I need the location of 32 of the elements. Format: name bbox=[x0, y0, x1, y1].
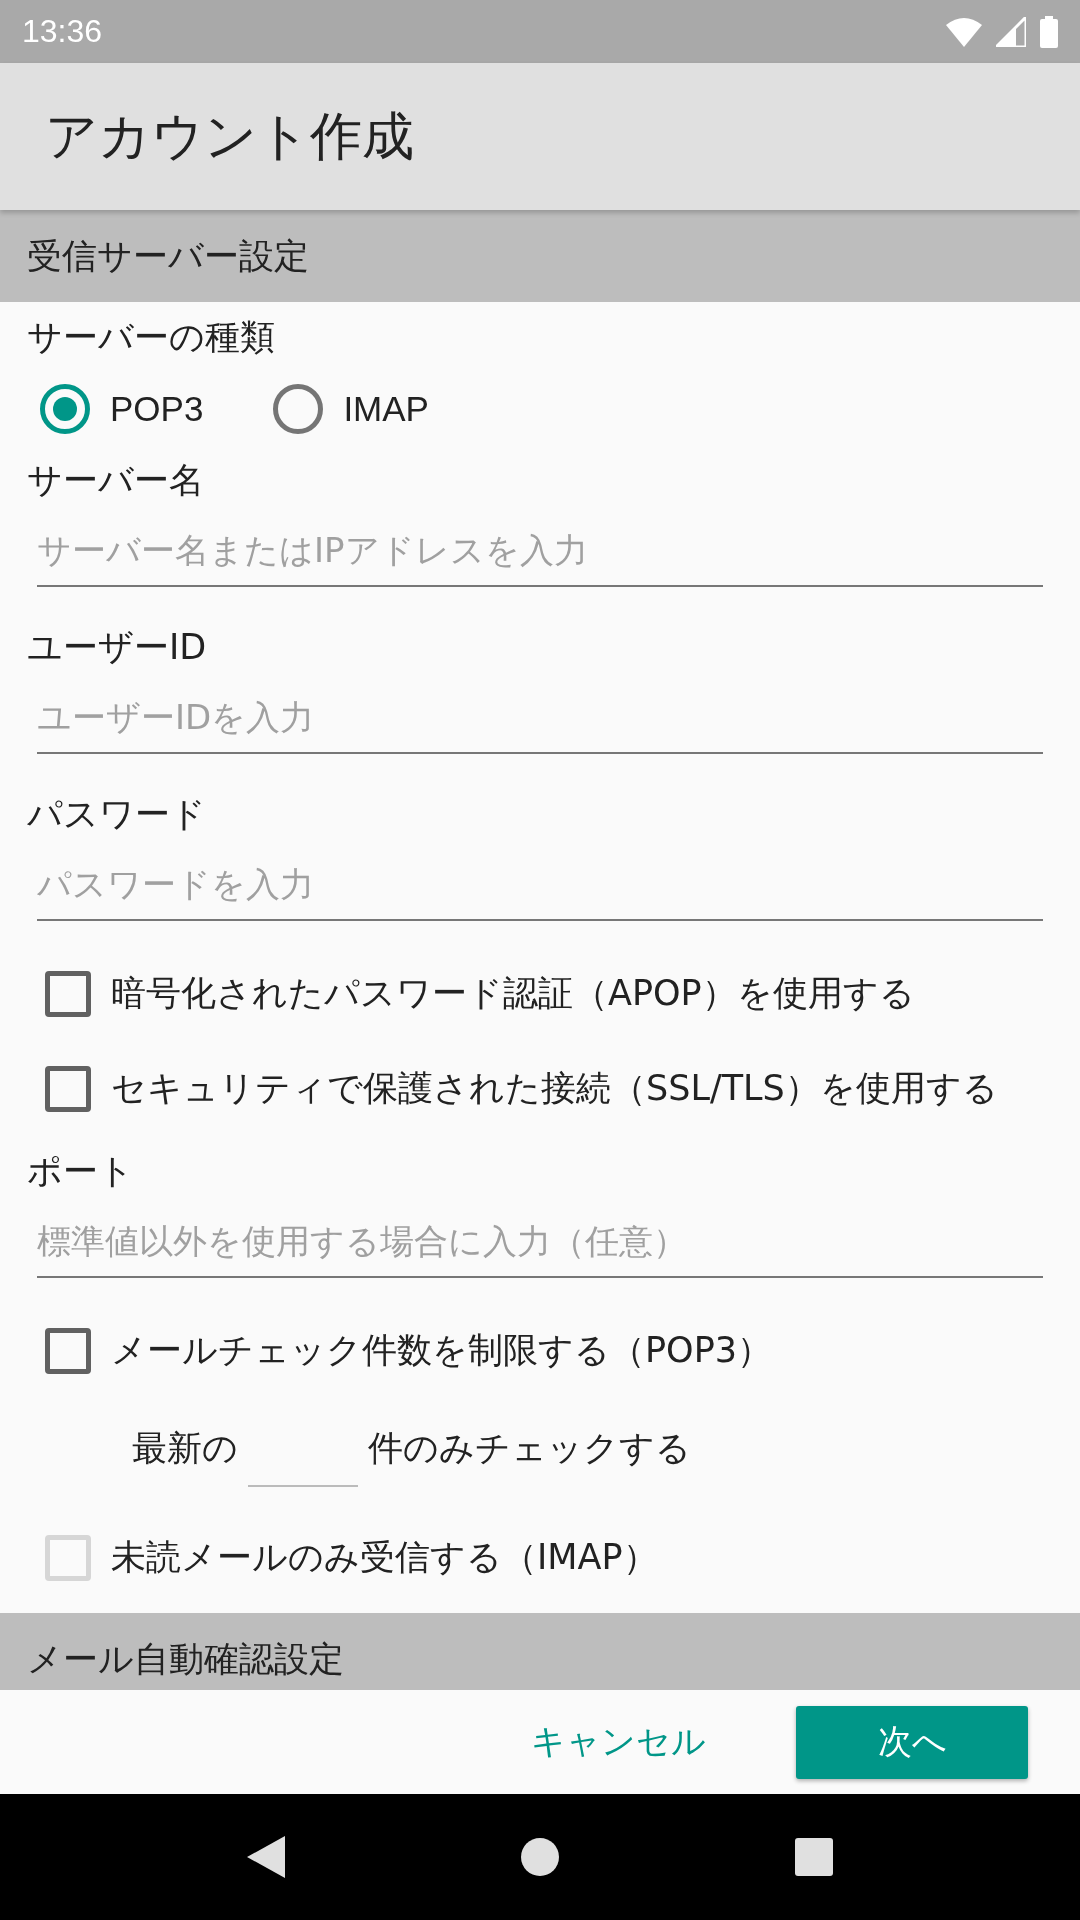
field-label: パスワード bbox=[26, 792, 207, 836]
section-header: メール自動確認設定 bbox=[0, 1613, 1080, 1690]
recents-icon[interactable] bbox=[794, 1838, 833, 1876]
input-field[interactable]: ユーザーIDを入力 bbox=[37, 682, 1043, 754]
home-icon[interactable] bbox=[520, 1837, 560, 1877]
back-icon[interactable] bbox=[247, 1836, 286, 1878]
checkbox-label: 未読メールのみ受信する（IMAP） bbox=[111, 1536, 658, 1579]
checkbox[interactable] bbox=[45, 1065, 91, 1112]
checkbox[interactable] bbox=[45, 970, 91, 1017]
next-button[interactable]: 次へ bbox=[796, 1705, 1028, 1779]
status-time: 13:36 bbox=[22, 13, 103, 50]
field-label: ポート bbox=[26, 1149, 135, 1193]
input-field[interactable]: 標準値以外を使用する場合に入力（任意） bbox=[37, 1206, 1043, 1278]
field-label: ユーザーID bbox=[26, 625, 208, 669]
field-label: サーバーの種類 bbox=[26, 315, 276, 359]
checkbox-label: メールチェック件数を制限する（POP3） bbox=[111, 1329, 773, 1372]
radio-option[interactable]: POP3 bbox=[40, 383, 204, 434]
checkbox-label: 暗号化されたパスワード認証（APOP）を使用する bbox=[111, 972, 915, 1015]
battery-icon bbox=[1040, 15, 1058, 48]
count-prefix: 最新の bbox=[132, 1426, 238, 1470]
wifi-icon bbox=[946, 16, 982, 47]
checkbox-label: セキュリティで保護された接続（SSL/TLS）を使用する bbox=[111, 1067, 998, 1110]
screen-title: アカウント作成 bbox=[45, 104, 414, 168]
input-field[interactable]: パスワードを入力 bbox=[37, 849, 1043, 921]
radio-option[interactable]: IMAP bbox=[273, 383, 429, 434]
cancel-button[interactable]: キャンセル bbox=[511, 1709, 726, 1775]
count-suffix: 件のみチェックする bbox=[368, 1426, 691, 1470]
section-header: 受信サーバー設定 bbox=[0, 210, 1080, 302]
input-field[interactable]: サーバー名またはIPアドレスを入力 bbox=[37, 515, 1043, 587]
checkbox[interactable] bbox=[45, 1327, 91, 1374]
signal-icon bbox=[996, 16, 1026, 47]
field-label: サーバー名 bbox=[26, 458, 205, 502]
